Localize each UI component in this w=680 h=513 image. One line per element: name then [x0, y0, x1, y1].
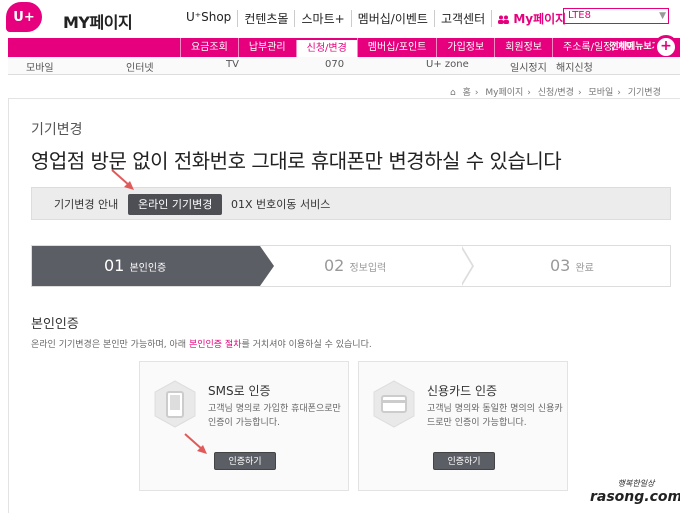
- step-3-label: 03 완료: [550, 256, 594, 275]
- top-bar: U+ MY페이지 U⁺Shop 컨텐츠몰 스마트+ 멤버십/이벤트 고객센터 M…: [0, 0, 680, 36]
- gnb-customer-center[interactable]: 고객센터: [433, 10, 491, 27]
- all-menu-link[interactable]: 전체메뉴보기: [610, 38, 660, 57]
- credit-card-title: 신용카드 인증: [427, 384, 498, 398]
- watermark: 행복한일상 rasong.com: [590, 478, 680, 505]
- submenu-tv[interactable]: TV: [226, 59, 239, 70]
- menu-apply-change[interactable]: 신청/변경: [295, 40, 357, 57]
- desc-highlight-link[interactable]: 본인인증 절차: [189, 340, 242, 350]
- credit-card-icon: [373, 380, 415, 428]
- menu-membership-point[interactable]: 멤버십/포인트: [356, 38, 437, 57]
- gnb-mypage-label: My페이지: [513, 12, 567, 26]
- tab-01x-number-port[interactable]: 01X 번호이동 서비스: [231, 194, 330, 215]
- breadcrumb: ⌂ 홈 › My페이지 › 신청/변경 › 모바일 › 기기변경: [450, 88, 661, 98]
- submenu-mobile[interactable]: 모바일: [26, 59, 54, 74]
- section-title: 본인인증: [31, 317, 79, 332]
- section-description: 온라인 기기변경은 본인만 가능하며, 아래 본인인증 절차를 거치셔야 이용하…: [31, 337, 372, 350]
- tab-device-change-guide[interactable]: 기기변경 안내: [54, 194, 118, 215]
- breadcrumb-apply[interactable]: 신청/변경: [538, 88, 574, 98]
- gnb-contents-mall[interactable]: 컨텐츠몰: [237, 10, 294, 27]
- step-3-text: 완료: [575, 263, 594, 274]
- logo-text: U+: [13, 9, 35, 25]
- submenu-cancel[interactable]: 해지신청: [556, 59, 593, 74]
- sms-auth-card: SMS로 인증 고객님 명의로 가입한 휴대폰으로만 인증이 가능합니다. 인증…: [139, 361, 349, 491]
- step-1-label: 01 본인인증: [104, 256, 166, 275]
- step-indicator: 01 본인인증 02 정보입력 03 완료: [31, 245, 671, 287]
- menu-bill-inquiry[interactable]: 요금조회: [180, 38, 238, 57]
- page-brand-title[interactable]: MY페이지: [63, 9, 133, 33]
- submenu-uzone[interactable]: U+ zone: [426, 59, 469, 70]
- breadcrumb-mypage[interactable]: My페이지: [485, 88, 523, 98]
- menu-subscription-info[interactable]: 가입정보: [436, 38, 494, 57]
- gnb-ushop[interactable]: U⁺Shop: [180, 10, 237, 27]
- annotation-arrow-icon: [184, 433, 207, 454]
- menu-member-info[interactable]: 회원정보: [494, 38, 552, 57]
- annotation-arrow-icon: [111, 169, 134, 190]
- breadcrumb-current: 기기변경: [627, 88, 661, 98]
- gnb-smart-plus[interactable]: 스마트+: [294, 10, 350, 27]
- home-icon[interactable]: ⌂: [450, 88, 456, 98]
- step-1-number: 01: [104, 256, 125, 275]
- credit-card-desc: 고객님 명의와 동일한 명의의 신용카드로만 인증이 가능합니다.: [427, 404, 563, 428]
- phone-icon: [154, 380, 196, 428]
- users-icon: [498, 15, 510, 24]
- step-1-text: 본인인증: [129, 263, 167, 274]
- submenu-internet[interactable]: 인터넷: [126, 59, 154, 74]
- main-menu: 요금조회 납부관리 신청/변경 멤버십/포인트 가입정보 회원정보 주소록/일정…: [8, 35, 680, 59]
- chevron-down-icon: ▼: [659, 11, 666, 21]
- uplus-logo[interactable]: U+: [6, 2, 42, 32]
- sms-card-title: SMS로 인증: [208, 384, 271, 398]
- submenu-pause[interactable]: 일시정지: [510, 59, 547, 74]
- credit-card-auth-card: 신용카드 인증 고객님 명의와 동일한 명의의 신용카드로만 인증이 가능합니다…: [358, 361, 568, 491]
- credit-card-auth-button[interactable]: 인증하기: [433, 452, 495, 470]
- plus-icon[interactable]: +: [654, 35, 678, 59]
- watermark-top: 행복한일상: [617, 479, 655, 488]
- menu-payment[interactable]: 납부관리: [237, 38, 296, 57]
- breadcrumb-mobile[interactable]: 모바일: [588, 88, 613, 98]
- sms-auth-button[interactable]: 인증하기: [214, 452, 276, 470]
- tab-online-device-change[interactable]: 온라인 기기변경: [128, 194, 223, 215]
- step-2-label: 02 정보입력: [324, 256, 386, 275]
- desc-post: 를 거치셔야 이용하실 수 있습니다.: [241, 340, 372, 350]
- breadcrumb-home[interactable]: 홈: [463, 88, 471, 98]
- service-select-value: LTE8: [568, 10, 591, 21]
- sub-menu: 모바일 인터넷 TV 070 U+ zone 일시정지 해지신청: [8, 57, 680, 75]
- watermark-bottom: rasong.com: [590, 489, 680, 505]
- service-select[interactable]: LTE8 ▼: [563, 8, 669, 24]
- gnb-membership-event[interactable]: 멤버십/이벤트: [350, 10, 434, 27]
- gnb-mypage[interactable]: My페이지: [491, 10, 572, 27]
- step-2-text: 정보입력: [349, 263, 387, 274]
- page-subtitle: 기기변경: [31, 122, 83, 138]
- sms-card-desc: 고객님 명의로 가입한 휴대폰으로만 인증이 가능합니다.: [208, 404, 341, 428]
- step-1-arrow: [260, 246, 274, 286]
- content-panel: 기기변경 영업점 방문 없이 전화번호 그대로 휴대폰만 변경하실 수 있습니다…: [8, 98, 680, 513]
- step-3-number: 03: [550, 256, 571, 275]
- global-nav: U⁺Shop 컨텐츠몰 스마트+ 멤버십/이벤트 고객센터 My페이지: [180, 10, 572, 27]
- submenu-070[interactable]: 070: [325, 59, 344, 70]
- step-2-number: 02: [324, 256, 345, 275]
- desc-pre: 온라인 기기변경은 본인만 가능하며, 아래: [31, 340, 189, 350]
